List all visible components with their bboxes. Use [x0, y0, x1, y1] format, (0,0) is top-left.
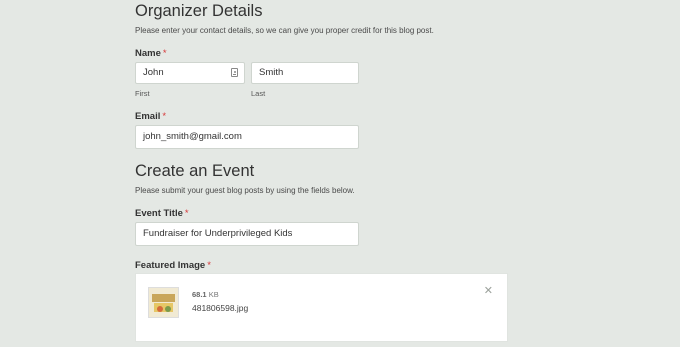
create-event-heading: Create an Event: [135, 162, 255, 180]
featured-image-upload-area[interactable]: 68.1 KB 481806598.jpg ✕: [135, 273, 508, 342]
file-size-unit: KB: [208, 290, 219, 299]
email-input[interactable]: john_smith@gmail.com: [135, 125, 359, 149]
file-size: 68.1 KB: [192, 290, 219, 299]
first-name-input[interactable]: John: [135, 62, 245, 84]
name-label-text: Name: [135, 48, 161, 59]
file-size-value: 68.1: [192, 290, 207, 299]
event-title-label: Event Title *: [135, 208, 189, 219]
organizer-details-description: Please enter your contact details, so we…: [135, 26, 434, 35]
required-indicator: *: [184, 208, 189, 219]
email-label: Email *: [135, 111, 166, 122]
last-name-input[interactable]: Smith: [251, 62, 359, 84]
event-title-input[interactable]: Fundraiser for Underprivileged Kids: [135, 222, 359, 246]
last-name-value: Smith: [259, 67, 284, 78]
featured-image-label: Featured Image *: [135, 260, 211, 271]
name-label: Name *: [135, 48, 167, 59]
required-indicator: *: [162, 111, 167, 122]
create-event-description: Please submit your guest blog posts by u…: [135, 186, 355, 195]
first-name-sublabel: First: [135, 89, 150, 98]
image-thumbnail: [148, 287, 179, 318]
last-name-sublabel: Last: [251, 89, 266, 98]
close-icon[interactable]: ✕: [484, 286, 493, 297]
file-name: 481806598.jpg: [192, 303, 249, 313]
contact-card-icon[interactable]: [231, 68, 238, 77]
first-name-value: John: [143, 67, 164, 78]
event-title-label-text: Event Title: [135, 208, 183, 219]
required-indicator: *: [207, 260, 211, 271]
email-label-text: Email: [135, 111, 161, 122]
featured-image-label-text: Featured Image: [135, 260, 206, 271]
organizer-details-heading: Organizer Details: [135, 2, 263, 20]
required-indicator: *: [162, 48, 167, 59]
email-value: john_smith@gmail.com: [143, 131, 242, 142]
event-title-value: Fundraiser for Underprivileged Kids: [143, 228, 293, 239]
